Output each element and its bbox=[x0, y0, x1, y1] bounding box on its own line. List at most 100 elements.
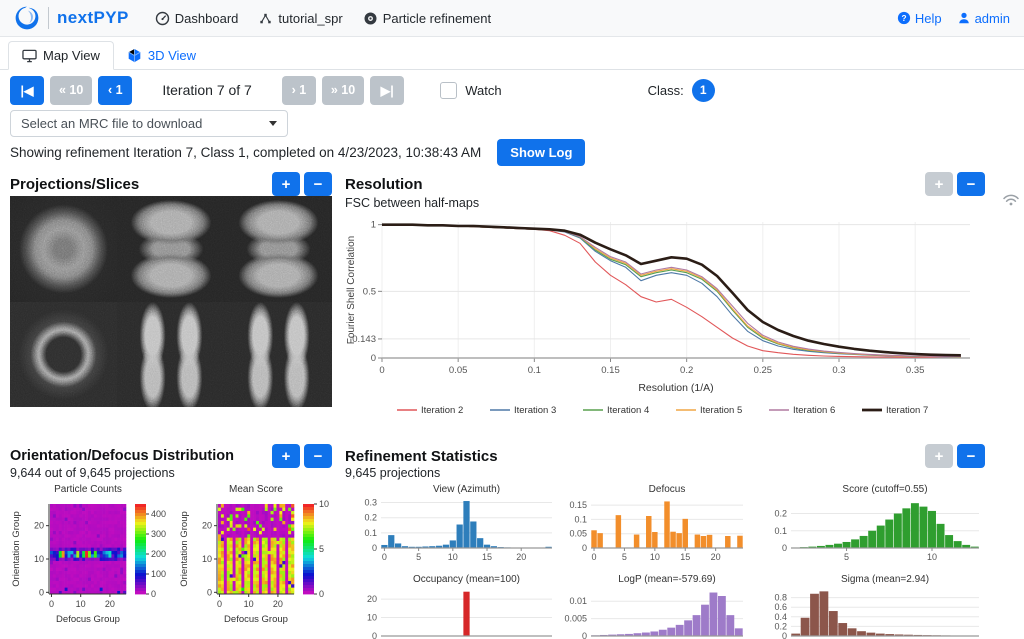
svg-text:5: 5 bbox=[844, 552, 849, 562]
svg-text:0: 0 bbox=[582, 543, 587, 553]
status-row: Showing refinement Iteration 7, Class 1,… bbox=[10, 139, 585, 166]
resolution-zoom-out-button[interactable]: − bbox=[957, 172, 985, 196]
svg-text:Iteration 5: Iteration 5 bbox=[700, 405, 742, 416]
mrc-select[interactable]: Select an MRC file to download bbox=[10, 110, 288, 137]
svg-text:0.35: 0.35 bbox=[906, 365, 925, 376]
svg-text:Defocus: Defocus bbox=[649, 484, 686, 495]
svg-text:0: 0 bbox=[592, 552, 597, 562]
svg-text:400: 400 bbox=[151, 509, 166, 519]
back-1-button[interactable]: ‹ 1 bbox=[98, 76, 132, 105]
svg-text:0.005: 0.005 bbox=[564, 614, 587, 624]
watch-label: Watch bbox=[465, 83, 501, 98]
svg-text:Defocus Group: Defocus Group bbox=[224, 614, 288, 625]
mrc-select-value: Select an MRC file to download bbox=[21, 116, 202, 131]
iteration-toolbar: |◀ « 10 ‹ 1 Iteration 7 of 7 › 1 » 10 ▶|… bbox=[0, 70, 1024, 110]
breadcrumb-block[interactable]: Particle refinement bbox=[363, 11, 491, 26]
tab-3d-view[interactable]: 3D View bbox=[114, 42, 209, 69]
statistics-zoom-out-button[interactable]: − bbox=[957, 444, 985, 468]
svg-text:5: 5 bbox=[319, 544, 324, 554]
resolution-title: Resolution bbox=[345, 176, 423, 193]
svg-text:0.05: 0.05 bbox=[449, 365, 468, 376]
fsc-chart: 00.050.10.150.20.250.30.3500.1430.51Four… bbox=[345, 210, 985, 429]
svg-text:0.25: 0.25 bbox=[754, 365, 773, 376]
svg-text:20: 20 bbox=[105, 599, 115, 609]
svg-text:0: 0 bbox=[782, 631, 787, 639]
svg-text:Iteration 4: Iteration 4 bbox=[607, 405, 649, 416]
svg-text:0: 0 bbox=[382, 552, 387, 562]
class-label: Class: bbox=[648, 83, 684, 98]
back-10-button[interactable]: « 10 bbox=[50, 76, 92, 105]
svg-text:View (Azimuth): View (Azimuth) bbox=[433, 484, 500, 495]
statistics-zoom-in-button[interactable]: + bbox=[925, 444, 953, 468]
svg-text:0.5: 0.5 bbox=[363, 286, 376, 297]
watch-control: Watch bbox=[440, 82, 501, 99]
user-link[interactable]: admin bbox=[957, 11, 1010, 26]
svg-text:0: 0 bbox=[782, 543, 787, 553]
svg-text:Mean Score: Mean Score bbox=[229, 484, 283, 495]
breadcrumb-dashboard[interactable]: Dashboard bbox=[155, 11, 239, 26]
forward-10-button[interactable]: » 10 bbox=[322, 76, 364, 105]
svg-text:0: 0 bbox=[319, 589, 324, 599]
projection-grid bbox=[10, 196, 332, 407]
slice-side-view-2 bbox=[225, 302, 332, 408]
show-log-button[interactable]: Show Log bbox=[497, 139, 585, 166]
particle-counts-heatmap: Particle Counts0102001020Defocus GroupOr… bbox=[10, 482, 170, 639]
watch-checkbox[interactable] bbox=[440, 82, 457, 99]
svg-text:0: 0 bbox=[582, 631, 587, 639]
tab-map-view[interactable]: Map View bbox=[8, 41, 114, 70]
svg-text:10: 10 bbox=[202, 554, 212, 564]
projections-zoom-in-button[interactable]: + bbox=[272, 172, 300, 196]
svg-text:1: 1 bbox=[371, 220, 376, 231]
projections-zoom-out-button[interactable]: − bbox=[304, 172, 332, 196]
orientation-panel-header: Orientation/Defocus Distribution + − bbox=[10, 444, 332, 468]
svg-text:LogP (mean=-579.69): LogP (mean=-579.69) bbox=[618, 574, 715, 585]
svg-text:200: 200 bbox=[151, 549, 166, 559]
svg-text:0: 0 bbox=[49, 599, 54, 609]
svg-text:5: 5 bbox=[416, 552, 421, 562]
last-iteration-button[interactable]: ▶| bbox=[370, 76, 404, 105]
brand-name: nextPYP bbox=[57, 8, 129, 28]
svg-text:0.6: 0.6 bbox=[774, 602, 787, 612]
orientation-subtitle: 9,644 out of 9,645 projections bbox=[10, 466, 175, 480]
iteration-label: Iteration 7 of 7 bbox=[162, 82, 252, 98]
svg-text:0.3: 0.3 bbox=[832, 365, 845, 376]
svg-text:Occupancy (mean=100): Occupancy (mean=100) bbox=[413, 574, 520, 585]
brand-divider bbox=[48, 7, 49, 29]
help-icon: ? bbox=[897, 11, 911, 25]
class-selector: Class: 1 bbox=[648, 79, 715, 102]
orientation-zoom-out-button[interactable]: − bbox=[304, 444, 332, 468]
svg-text:10: 10 bbox=[367, 613, 377, 623]
top-navbar: nextPYP Dashboard tutorial_spr Particle … bbox=[0, 0, 1024, 37]
orientation-zoom-in-button[interactable]: + bbox=[272, 444, 300, 468]
brand: nextPYP bbox=[14, 5, 129, 31]
svg-text:0: 0 bbox=[39, 587, 44, 597]
svg-text:Resolution (1/A): Resolution (1/A) bbox=[638, 382, 713, 394]
status-text: Showing refinement Iteration 7, Class 1,… bbox=[10, 145, 481, 160]
svg-text:0.2: 0.2 bbox=[680, 365, 693, 376]
svg-text:0.1: 0.1 bbox=[528, 365, 541, 376]
svg-text:0: 0 bbox=[217, 599, 222, 609]
projection-top-view bbox=[10, 196, 117, 302]
svg-text:20: 20 bbox=[34, 521, 44, 531]
svg-text:20: 20 bbox=[711, 552, 721, 562]
nextpyp-logo-icon bbox=[14, 5, 40, 31]
first-iteration-button[interactable]: |◀ bbox=[10, 76, 44, 105]
forward-1-button[interactable]: › 1 bbox=[282, 76, 316, 105]
resolution-zoom-in-button[interactable]: + bbox=[925, 172, 953, 196]
svg-text:0.8: 0.8 bbox=[774, 593, 787, 603]
svg-text:0.2: 0.2 bbox=[774, 621, 787, 631]
resolution-subtitle: FSC between half-maps bbox=[345, 196, 479, 210]
statistics-panel-header: Refinement Statistics + − bbox=[345, 444, 985, 468]
svg-text:10: 10 bbox=[319, 499, 329, 509]
svg-text:Orientation Group: Orientation Group bbox=[11, 511, 22, 587]
breadcrumb-project[interactable]: tutorial_spr bbox=[258, 11, 342, 26]
stream-icon[interactable] bbox=[1002, 192, 1020, 211]
svg-text:Iteration 2: Iteration 2 bbox=[421, 405, 463, 416]
projections-panel-header: Projections/Slices + − bbox=[10, 172, 332, 196]
help-link[interactable]: ? Help bbox=[897, 11, 942, 26]
dashboard-icon bbox=[155, 11, 170, 26]
svg-text:?: ? bbox=[901, 13, 906, 23]
defocus-histogram: Defocus00.050.10.1505101520 bbox=[555, 482, 751, 567]
sigma-histogram: Sigma (mean=2.94)00.20.40.60.8 bbox=[755, 572, 987, 639]
breadcrumb: Dashboard tutorial_spr Particle refineme… bbox=[155, 11, 491, 26]
